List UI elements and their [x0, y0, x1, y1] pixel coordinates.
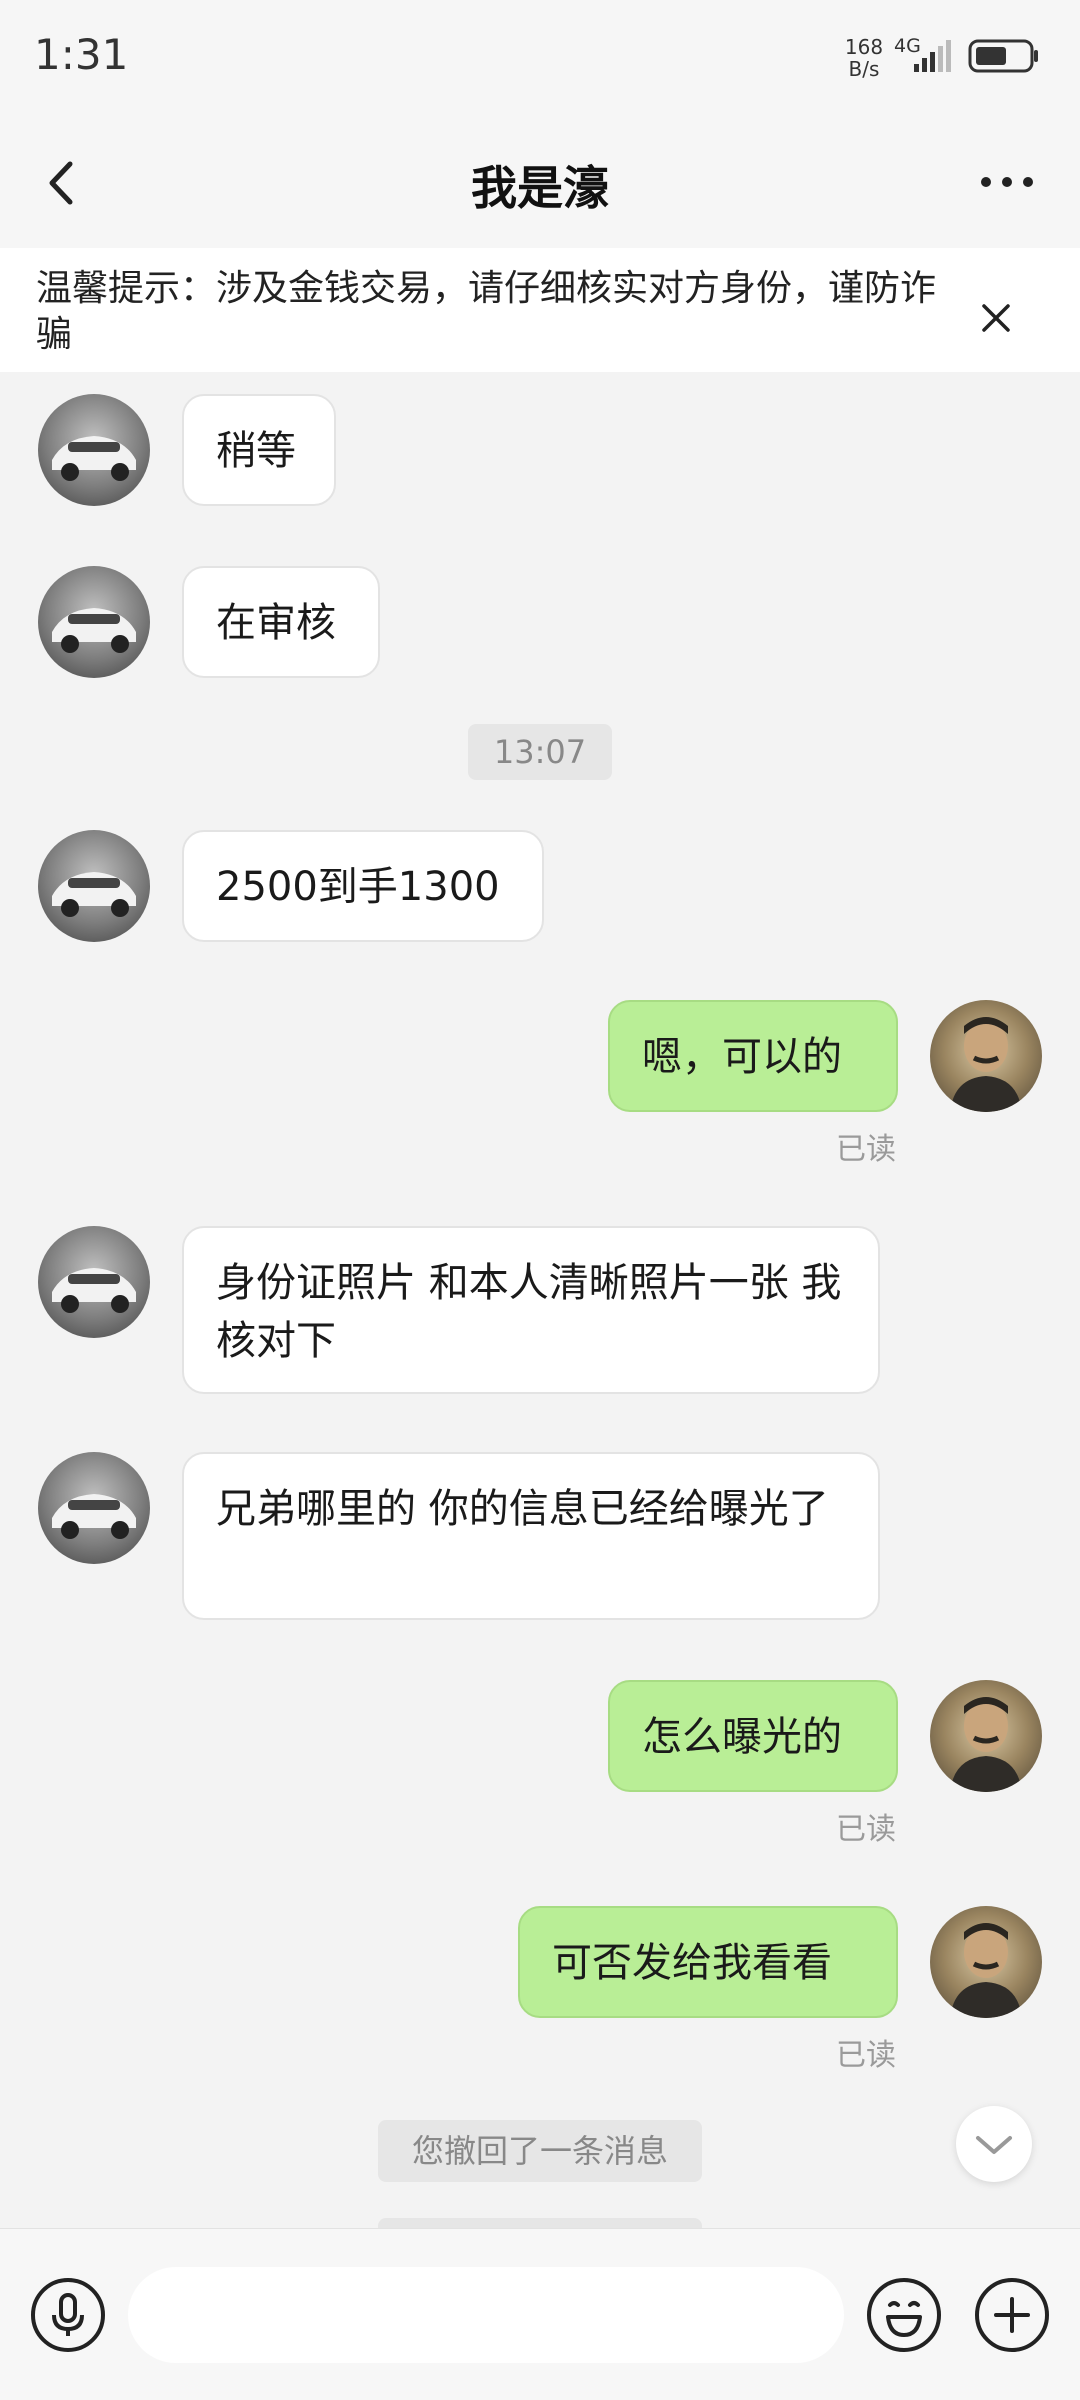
nav-bar: 我是濠 — [0, 120, 1080, 248]
more-options-icon[interactable] — [978, 170, 1036, 194]
chat-title: 我是濠 — [471, 161, 609, 215]
message-list[interactable]: 稍等 在审核 13:07 2500到手1300 嗯，可以的 已读 身份证照片 和… — [0, 372, 1080, 2228]
status-bar: 1:31 168 B/s 4G — [0, 0, 1080, 120]
contact-avatar[interactable] — [38, 830, 150, 942]
contact-avatar[interactable] — [38, 394, 150, 506]
more-actions-button[interactable] — [974, 2277, 1050, 2353]
outgoing-message[interactable]: 怎么曝光的 — [608, 1680, 898, 1792]
outgoing-message[interactable]: 嗯，可以的 — [608, 1000, 898, 1112]
close-icon[interactable] — [976, 298, 1016, 338]
network-speed-unit: B/s — [848, 57, 880, 81]
message-timestamp: 13:07 — [468, 724, 612, 780]
incoming-message[interactable]: 身份证照片 和本人清晰照片一张 我核对下 — [182, 1226, 880, 1394]
battery-icon — [968, 39, 1038, 73]
emoji-button[interactable] — [866, 2277, 942, 2353]
chevron-down-icon — [976, 2136, 1012, 2154]
signal-strength-icon — [914, 40, 951, 72]
message-input[interactable] — [128, 2267, 844, 2363]
fraud-warning-banner: 温馨提示：涉及金钱交易，请仔细核实对方身份，谨防诈骗 — [0, 248, 1080, 372]
contact-avatar[interactable] — [38, 1452, 150, 1564]
incoming-message[interactable]: 兄弟哪里的 你的信息已经给曝光了 — [182, 1452, 880, 1620]
emoji-icon — [867, 2278, 941, 2352]
read-receipt: 已读 — [836, 2038, 896, 2073]
user-avatar[interactable] — [930, 1000, 1042, 1112]
contact-avatar[interactable] — [38, 1226, 150, 1338]
status-time: 1:31 — [34, 30, 129, 79]
incoming-message[interactable]: 稍等 — [182, 394, 336, 506]
fraud-warning-text: 温馨提示：涉及金钱交易，请仔细核实对方身份，谨防诈骗 — [36, 268, 937, 355]
network-speed-value: 168 — [844, 35, 884, 59]
plus-icon — [975, 2278, 1049, 2352]
contact-avatar[interactable] — [38, 566, 150, 678]
user-avatar[interactable] — [930, 1680, 1042, 1792]
incoming-message[interactable]: 2500到手1300 — [182, 830, 544, 942]
incoming-message[interactable]: 在审核 — [182, 566, 380, 678]
partial-system-message — [378, 2218, 702, 2228]
microphone-icon — [31, 2278, 105, 2352]
scroll-to-bottom-button[interactable] — [956, 2106, 1032, 2182]
outgoing-message[interactable]: 可否发给我看看 — [518, 1906, 898, 2018]
chat-app: 1:31 168 B/s 4G 我是濠 温馨提示：涉及金钱交易，请仔细核实对方身… — [0, 0, 1080, 2400]
read-receipt: 已读 — [836, 1812, 896, 1847]
user-avatar[interactable] — [930, 1906, 1042, 2018]
network-speed: 168 B/s — [842, 36, 886, 80]
message-input-bar — [0, 2228, 1080, 2400]
read-receipt: 已读 — [836, 1132, 896, 1167]
voice-input-button[interactable] — [30, 2277, 106, 2353]
recall-notice: 您撤回了一条消息 — [378, 2120, 702, 2182]
